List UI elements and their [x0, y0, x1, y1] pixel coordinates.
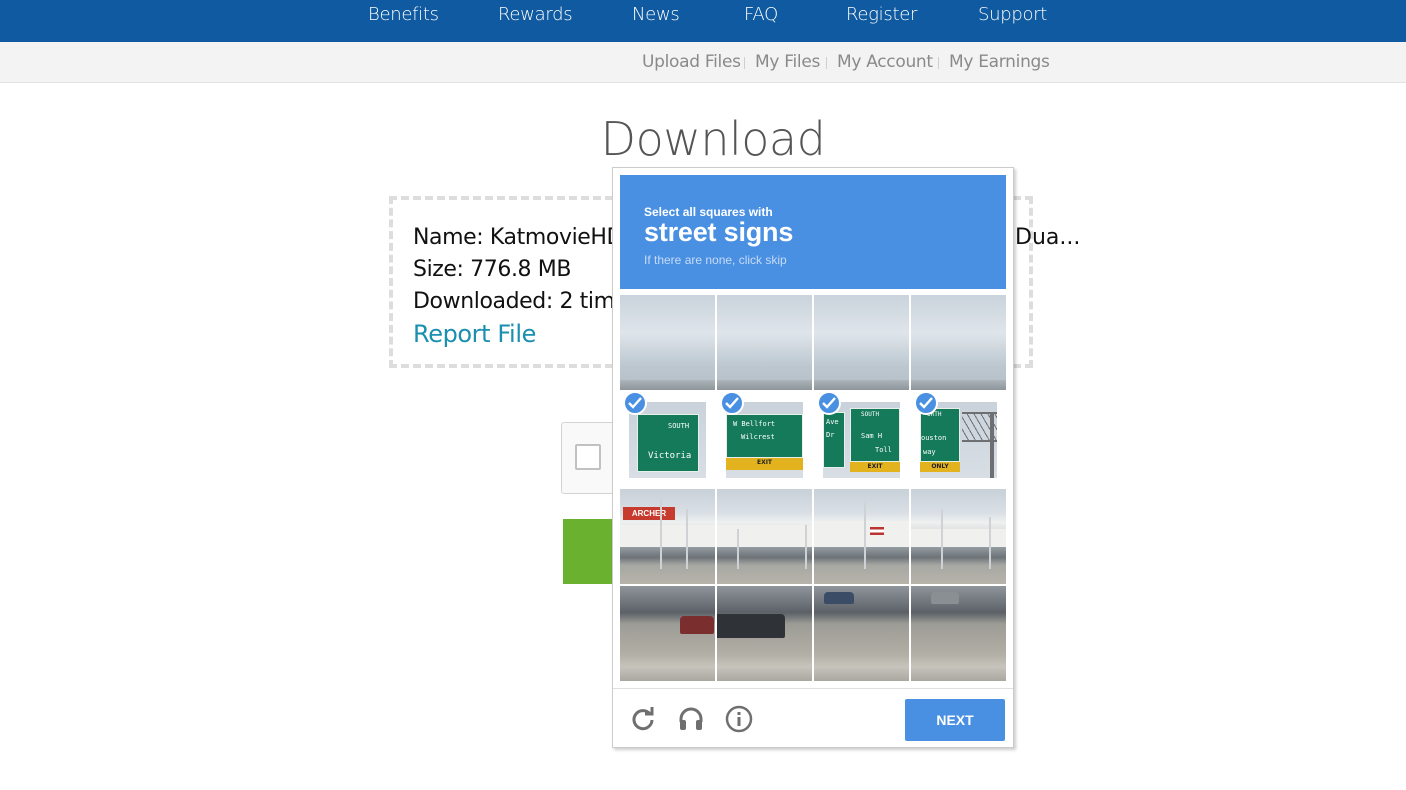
next-button[interactable]: NEXT	[905, 699, 1005, 741]
nav-benefits[interactable]: Benefits	[368, 4, 439, 25]
sign-text: Ave	[826, 418, 839, 426]
nav-support[interactable]: Support	[978, 4, 1047, 25]
captcha-tile[interactable]	[717, 586, 812, 681]
captcha-tile[interactable]	[814, 489, 909, 584]
sign-text: Toll	[875, 446, 892, 454]
captcha-tile[interactable]	[911, 586, 1006, 681]
checkmark-icon	[914, 392, 938, 415]
captcha-tile[interactable]	[911, 295, 1006, 390]
file-size: Size: 776.8 MB	[413, 257, 572, 282]
page-title: Download	[600, 112, 826, 166]
checkmark-icon	[720, 392, 744, 415]
nav-register[interactable]: Register	[846, 4, 917, 25]
subnav-divider	[826, 57, 827, 69]
nav-rewards[interactable]: Rewards	[498, 4, 573, 25]
subnav-upload-files[interactable]: Upload Files	[642, 52, 741, 72]
captcha-instructions: Select all squares with street signs If …	[620, 175, 1006, 289]
instruction-target: street signs	[644, 217, 794, 247]
sign-text: ONLY	[920, 462, 960, 472]
sign-text: EXIT	[850, 462, 900, 472]
nav-faq[interactable]: FAQ	[744, 4, 778, 25]
sign-text: EXIT	[726, 458, 803, 470]
checkmark-icon	[623, 392, 647, 415]
file-name: Name: KatmovieHD	[413, 225, 624, 250]
sign-text: Wilcrest	[741, 433, 775, 441]
captcha-tile[interactable]	[814, 295, 909, 390]
captcha-image-grid: SOUTH Victoria W Bellfort Wilcrest EXIT	[620, 295, 1006, 681]
sign-text: Sam H	[861, 432, 883, 440]
subnav-my-account[interactable]: My Account	[837, 52, 933, 72]
sign-text: ARCHER	[623, 507, 675, 520]
captcha-tile[interactable]	[717, 295, 812, 390]
instruction-hint: If there are none, click skip	[644, 253, 787, 267]
nav-news[interactable]: News	[632, 4, 680, 25]
subnav-my-files[interactable]: My Files	[755, 52, 820, 72]
checkmark-icon	[817, 392, 841, 415]
captcha-tile[interactable]	[717, 489, 812, 584]
sign-text: W Bellfort	[733, 420, 776, 428]
captcha-tile-selected[interactable]: ORTH ouston way ONLY	[911, 392, 1006, 487]
captcha-footer: NEXT	[613, 688, 1013, 748]
captcha-tile[interactable]	[620, 295, 715, 390]
captcha-challenge-popup: Select all squares with street signs If …	[612, 167, 1014, 748]
captcha-tile[interactable]	[620, 586, 715, 681]
captcha-tile-selected[interactable]: Ave Dr SOUTH Sam H Toll EXIT	[814, 392, 909, 487]
subnav-my-earnings[interactable]: My Earnings	[949, 52, 1050, 72]
sign-text: way	[923, 448, 936, 456]
top-navigation: Benefits Rewards News FAQ Register Suppo…	[0, 0, 1406, 42]
account-subnav: Upload Files My Files My Account My Earn…	[0, 42, 1406, 83]
captcha-tile[interactable]	[814, 586, 909, 681]
report-file-link[interactable]: Report File	[413, 320, 536, 348]
sign-text: Victoria	[648, 451, 692, 461]
captcha-tile[interactable]	[911, 489, 1006, 584]
sign-text: SOUTH	[668, 422, 690, 430]
sign-text: SOUTH	[861, 411, 880, 418]
sign-text: Dr	[826, 431, 835, 439]
file-name-tail: Dua...	[1015, 225, 1081, 250]
info-icon[interactable]	[725, 705, 753, 733]
captcha-tile[interactable]: ARCHER	[620, 489, 715, 584]
captcha-tile-selected[interactable]: W Bellfort Wilcrest EXIT	[717, 392, 812, 487]
sign-text: ouston	[921, 434, 947, 442]
audio-icon[interactable]	[677, 705, 705, 733]
recaptcha-checkbox[interactable]	[575, 444, 601, 470]
subnav-divider	[744, 57, 745, 69]
reload-icon[interactable]	[629, 705, 657, 733]
subnav-divider	[938, 57, 939, 69]
download-count: Downloaded: 2 time	[413, 289, 628, 314]
captcha-tile-selected[interactable]: SOUTH Victoria	[620, 392, 715, 487]
